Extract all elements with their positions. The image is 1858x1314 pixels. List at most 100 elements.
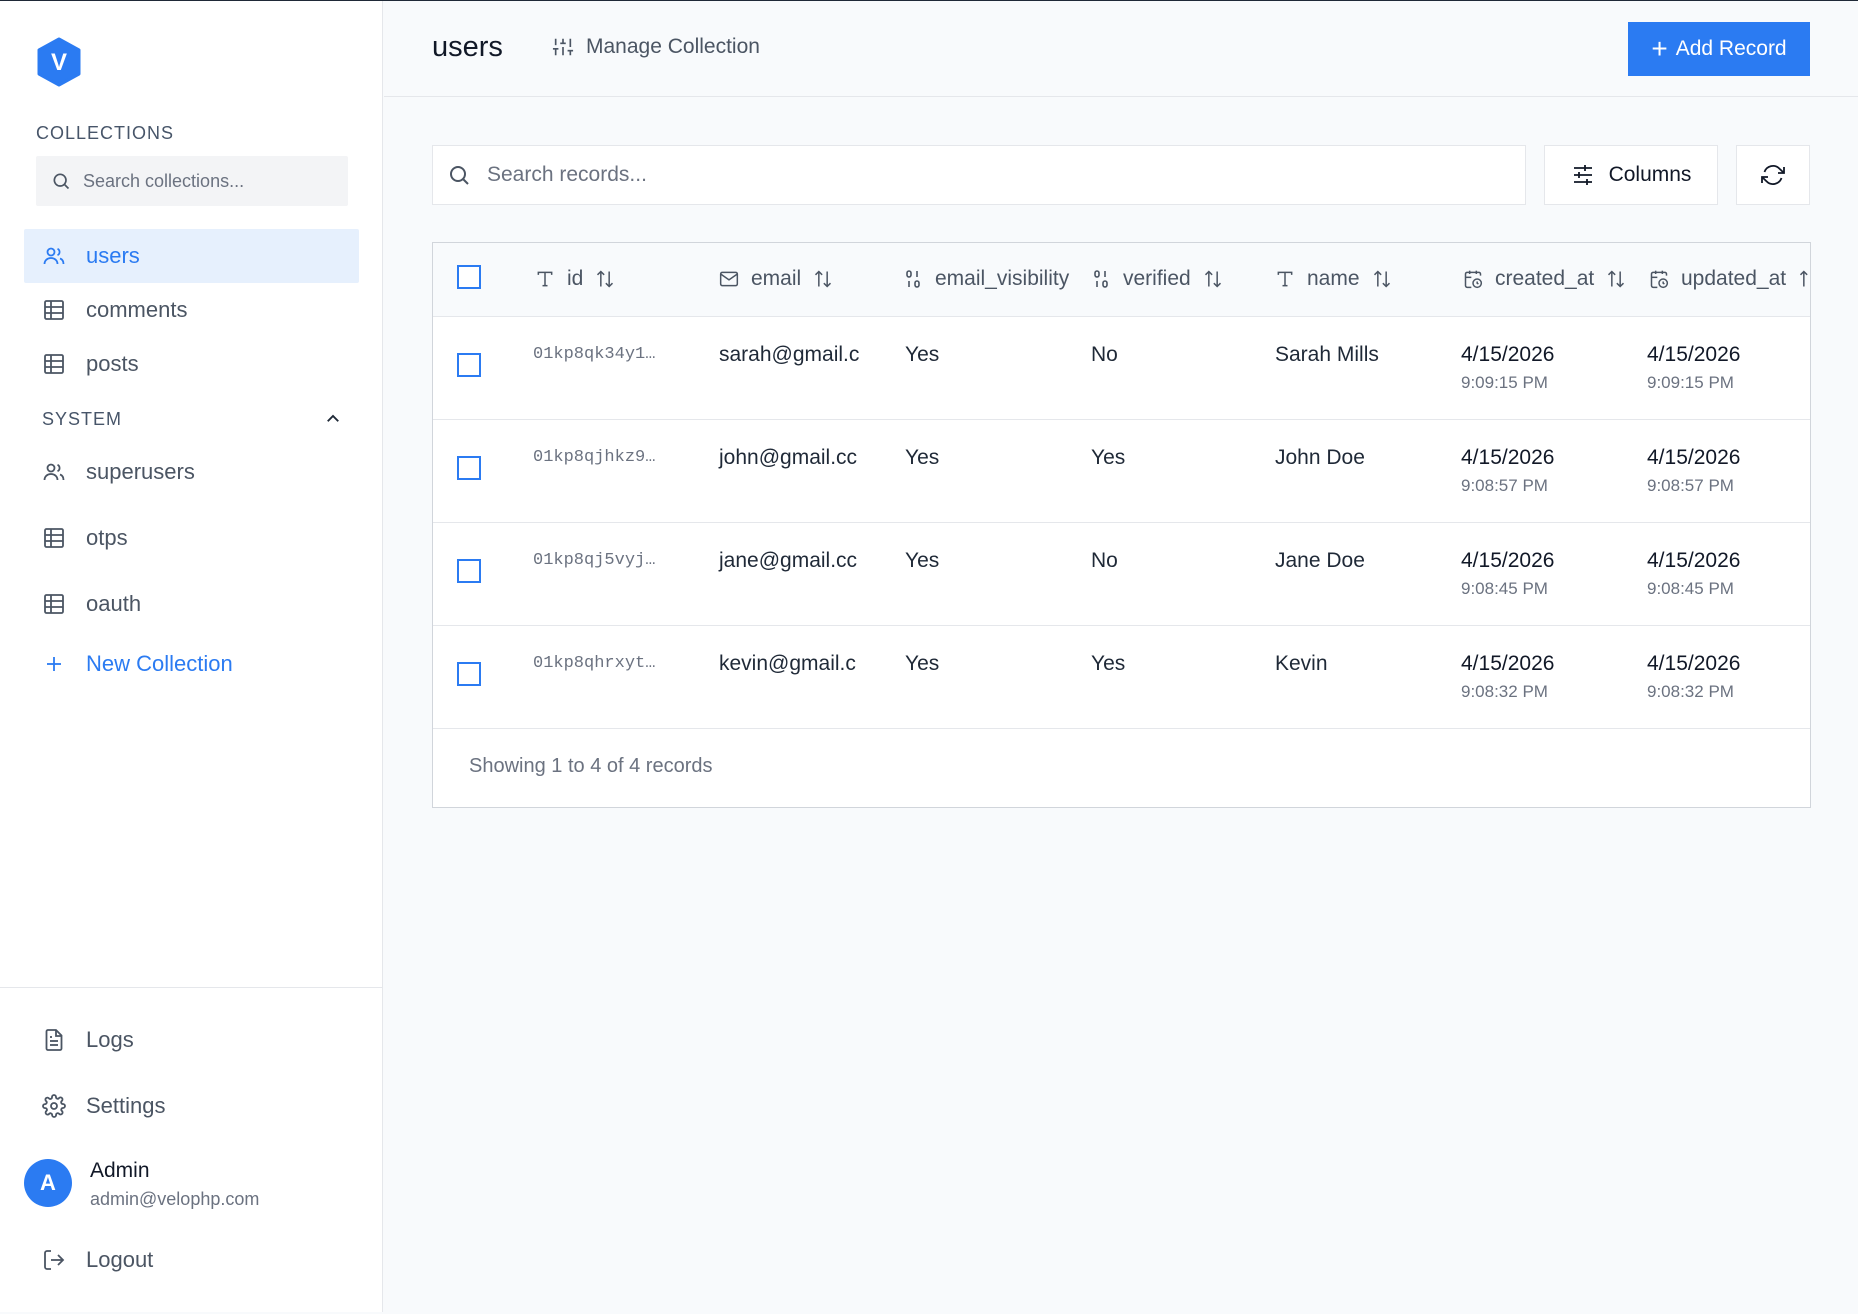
new-collection-button[interactable]: New Collection (24, 637, 359, 691)
table-row[interactable]: 01kp8qjhkz9… john@gmail.cc Yes Yes John … (433, 420, 1810, 523)
binary-icon (1093, 269, 1111, 289)
sidebar-item-oauth[interactable]: oauth (24, 577, 359, 631)
cell-id: 01kp8qhrxyt… (533, 654, 656, 673)
cell-email: sarah@gmail.c (719, 343, 860, 366)
cell-id: 01kp8qjhkz9… (533, 448, 656, 467)
cell-verified: Yes (1091, 652, 1126, 675)
cell-email-visibility: Yes (905, 549, 940, 572)
chevron-up-icon[interactable] (324, 410, 342, 428)
sort-icon[interactable] (1372, 269, 1392, 289)
cell-name: Sarah Mills (1275, 343, 1379, 366)
sort-icon[interactable] (813, 269, 833, 289)
logout-button[interactable]: Logout (24, 1233, 359, 1287)
cell-updated-time: 9:09:15 PM (1647, 373, 1734, 392)
sidebar-item-label: Logs (86, 1027, 134, 1052)
row-checkbox[interactable] (457, 662, 481, 686)
cell-updated-date: 4/15/2026 (1647, 652, 1741, 675)
row-checkbox[interactable] (457, 456, 481, 480)
app-logo-icon[interactable]: V (36, 37, 82, 87)
column-header-id[interactable]: id (535, 267, 615, 291)
cell-created-date: 4/15/2026 (1461, 343, 1555, 366)
sidebar-item-users[interactable]: users (24, 229, 359, 283)
cell-verified: No (1091, 549, 1118, 572)
text-type-icon (535, 269, 555, 289)
column-header-email[interactable]: email (719, 267, 833, 291)
system-heading: SYSTEM (42, 408, 123, 429)
sidebar-item-superusers[interactable]: superusers (24, 445, 359, 499)
table-row[interactable]: 01kp8qk34y1… sarah@gmail.c Yes No Sarah … (433, 317, 1810, 420)
file-text-icon (42, 1028, 66, 1052)
plus-icon (42, 652, 66, 676)
sidebar-item-label: comments (86, 297, 188, 322)
columns-button[interactable]: Columns (1544, 145, 1718, 205)
sort-icon[interactable] (595, 269, 615, 289)
logout-label: Logout (86, 1247, 154, 1272)
gear-icon (42, 1094, 66, 1118)
cell-verified: No (1091, 343, 1118, 366)
sidebar-item-logs[interactable]: Logs (24, 1013, 359, 1067)
users-icon (42, 460, 66, 484)
add-record-button[interactable]: + Add Record (1628, 22, 1810, 76)
search-icon (53, 173, 70, 190)
table-icon (42, 592, 66, 616)
column-header-label: id (567, 267, 584, 290)
new-collection-label: New Collection (86, 651, 233, 676)
text-type-icon (1275, 269, 1295, 289)
column-header-label: updated_at (1681, 267, 1787, 290)
sidebar-item-label: otps (86, 525, 128, 550)
cell-updated-time: 9:08:32 PM (1647, 682, 1734, 701)
manage-collection-button[interactable]: Manage Collection (552, 35, 760, 59)
cell-created-time: 9:08:45 PM (1461, 579, 1548, 598)
cell-updated-time: 9:08:57 PM (1647, 476, 1734, 495)
column-header-name[interactable]: name (1275, 267, 1392, 291)
cell-name: Jane Doe (1275, 549, 1365, 572)
records-search-input[interactable] (487, 163, 1487, 187)
cell-updated-time: 9:08:45 PM (1647, 579, 1734, 598)
sort-icon[interactable] (1606, 269, 1626, 289)
system-section-toggle[interactable]: SYSTEM (42, 406, 342, 432)
sidebar-item-label: oauth (86, 591, 142, 616)
column-header-email-visibility[interactable]: email_visibility (905, 267, 1069, 291)
records-search[interactable] (432, 145, 1526, 205)
refresh-button[interactable] (1736, 145, 1810, 205)
table-row[interactable]: 01kp8qhrxyt… kevin@gmail.c Yes Yes Kevin… (433, 626, 1810, 729)
calendar-clock-icon (1649, 269, 1669, 289)
collections-search-input[interactable] (83, 170, 323, 192)
users-icon (42, 244, 66, 268)
cell-updated-date: 4/15/2026 (1647, 549, 1741, 572)
avatar[interactable]: A (24, 1159, 72, 1207)
table-row[interactable]: 01kp8qj5vyj… jane@gmail.cc Yes No Jane D… (433, 523, 1810, 626)
column-header-verified[interactable]: verified (1093, 267, 1223, 291)
sidebar-item-otps[interactable]: otps (24, 511, 359, 565)
binary-icon (905, 269, 923, 289)
row-checkbox[interactable] (457, 353, 481, 377)
sort-icon[interactable] (1798, 269, 1810, 289)
cell-created-time: 9:09:15 PM (1461, 373, 1548, 392)
cell-email: john@gmail.cc (719, 446, 858, 469)
cell-email: kevin@gmail.c (719, 652, 856, 675)
cell-created-date: 4/15/2026 (1461, 549, 1555, 572)
table-footer: Showing 1 to 4 of 4 records (433, 729, 1810, 807)
collections-heading: COLLECTIONS (36, 123, 175, 143)
row-checkbox[interactable] (457, 559, 481, 583)
cell-name: John Doe (1275, 446, 1365, 469)
cell-verified: Yes (1091, 446, 1126, 469)
column-header-label: email_visibility (935, 267, 1070, 290)
page-title: users (432, 31, 503, 63)
table-header: id email email_visibility verified name … (433, 243, 1810, 317)
cell-created-date: 4/15/2026 (1461, 446, 1555, 469)
manage-collection-label: Manage Collection (586, 35, 760, 58)
sort-icon[interactable] (1203, 269, 1223, 289)
sliders-icon (552, 38, 574, 56)
column-header-label: name (1307, 267, 1360, 290)
sidebar-item-comments[interactable]: comments (24, 283, 359, 337)
collections-search[interactable] (36, 156, 348, 206)
sidebar-item-posts[interactable]: posts (24, 337, 359, 391)
select-all-checkbox[interactable] (457, 265, 481, 289)
column-header-updated-at[interactable]: updated_at (1649, 267, 1810, 291)
sidebar-divider (0, 987, 383, 988)
cell-email-visibility: Yes (905, 343, 940, 366)
column-header-created-at[interactable]: created_at (1463, 267, 1626, 291)
table-icon (42, 298, 66, 322)
sidebar-item-settings[interactable]: Settings (24, 1079, 359, 1133)
